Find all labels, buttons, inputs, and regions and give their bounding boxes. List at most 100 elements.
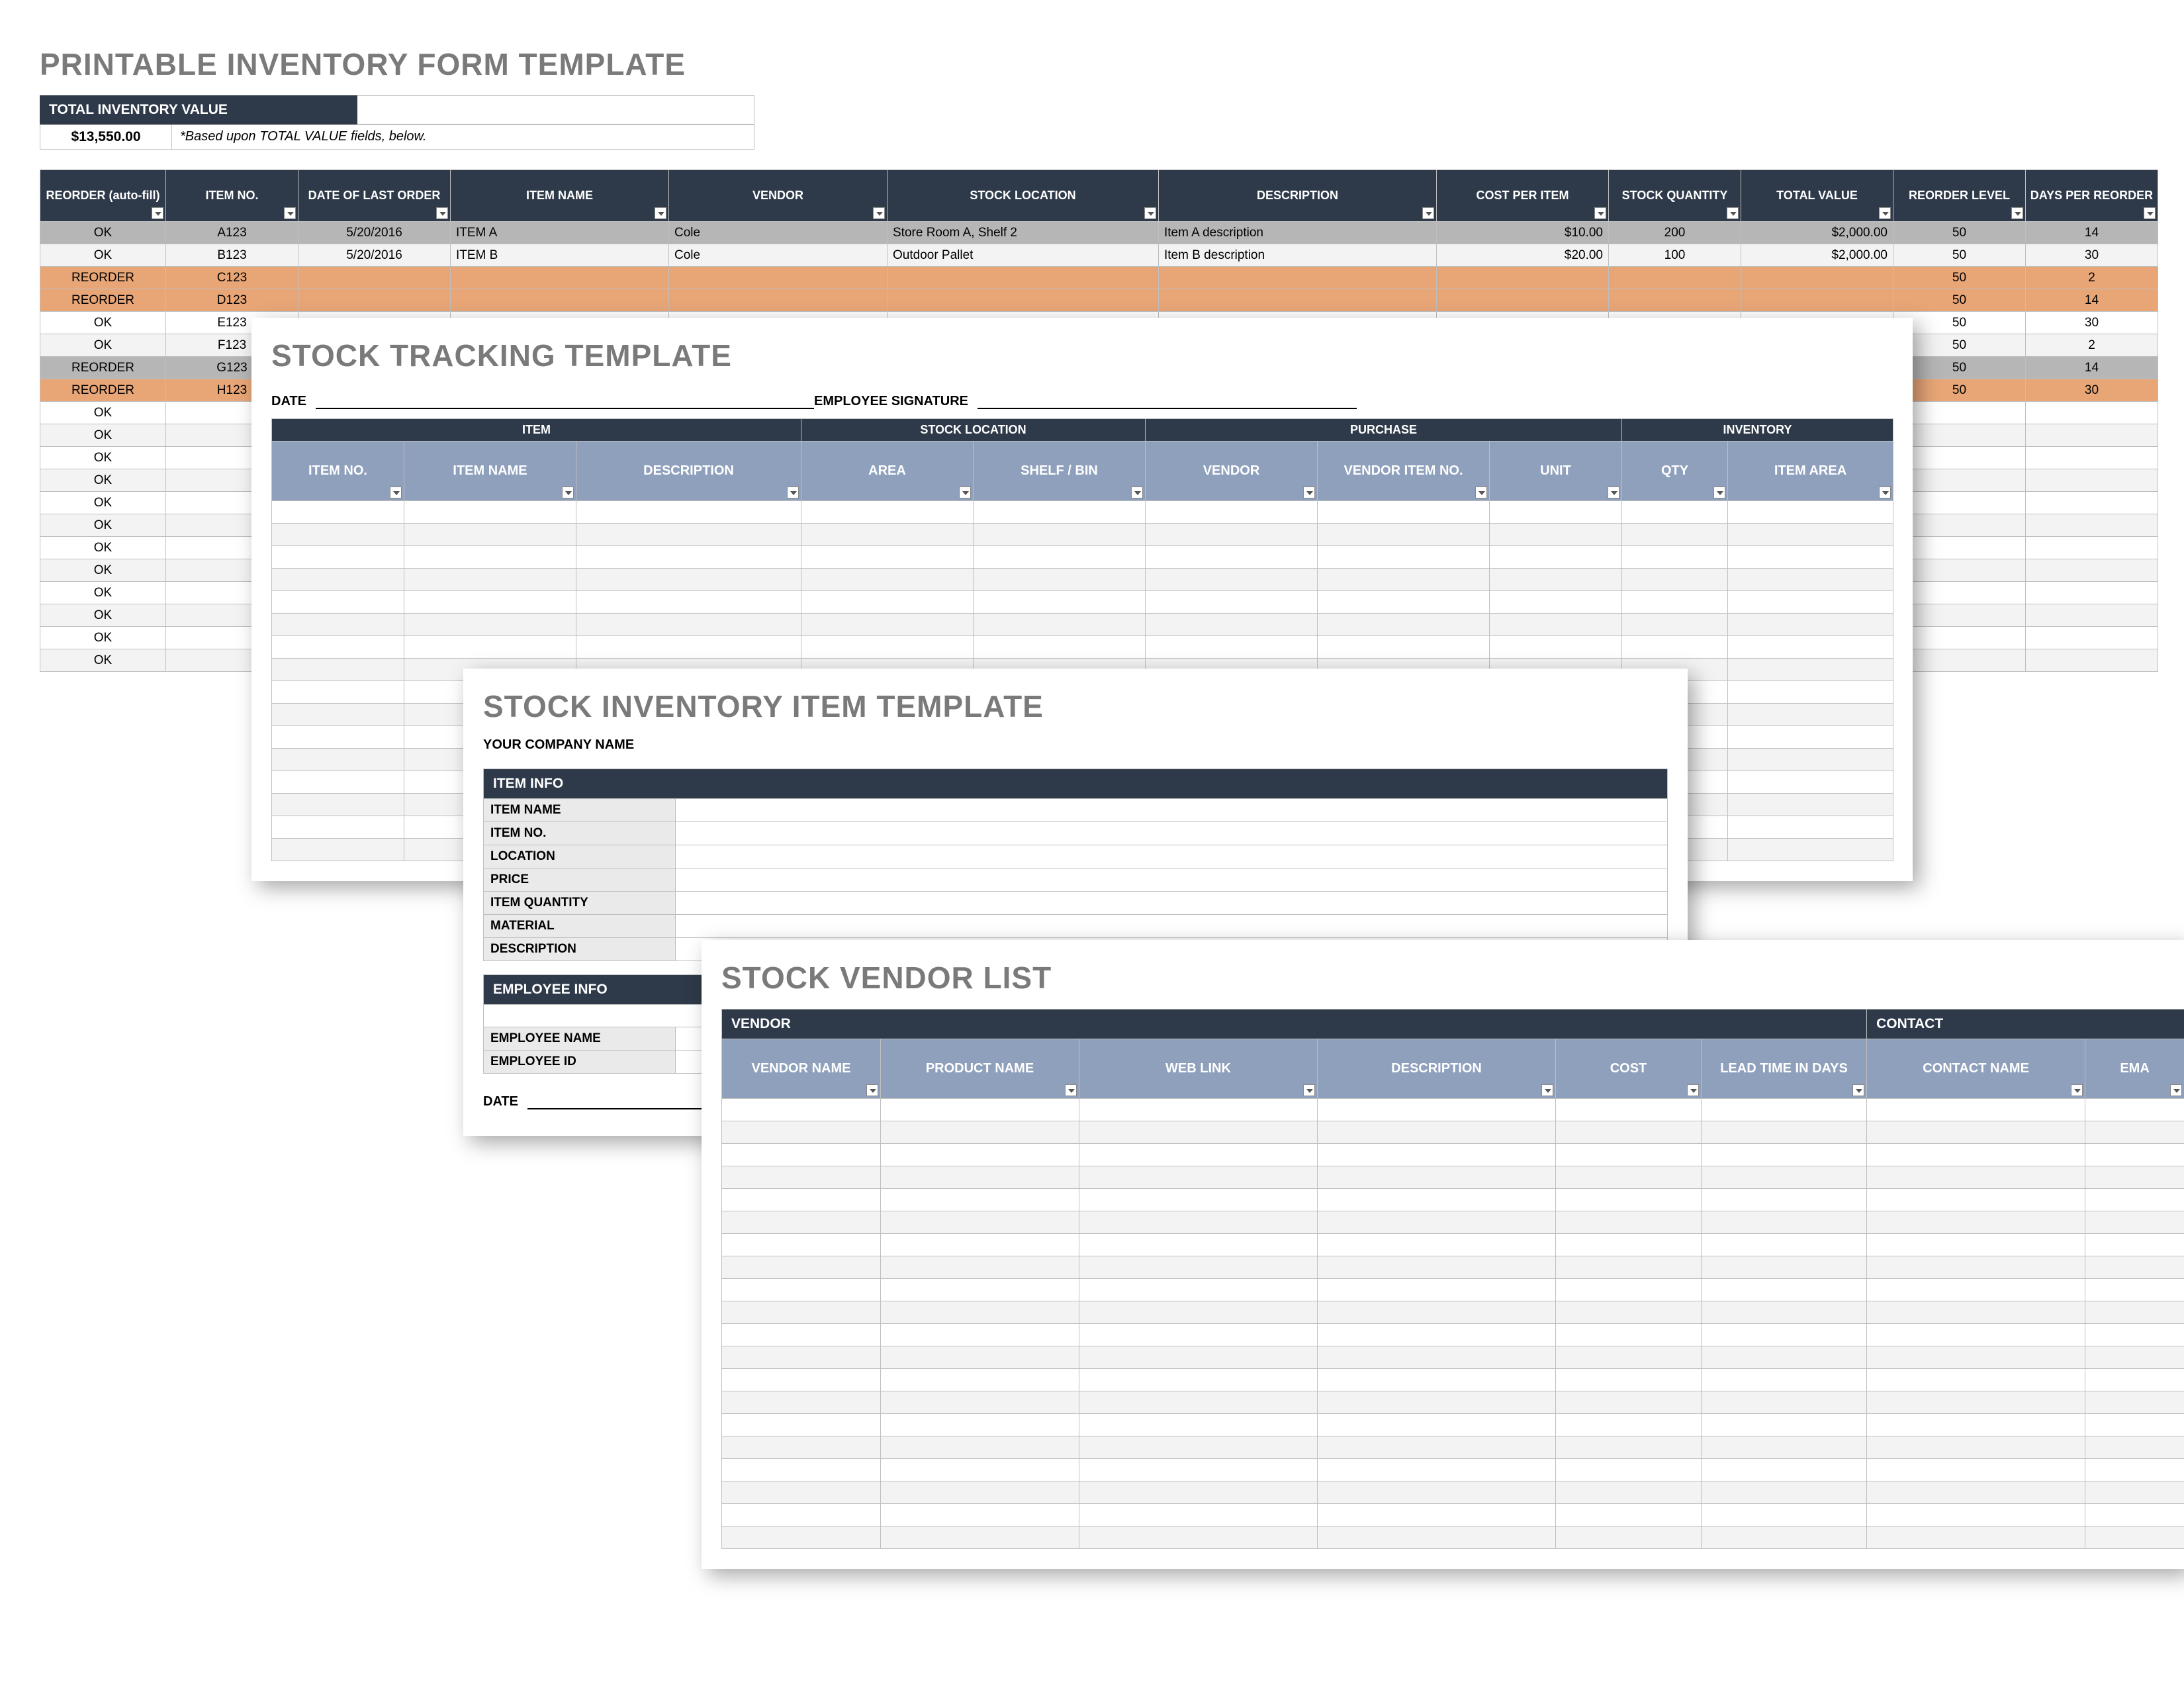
filter-dropdown-icon[interactable] <box>1541 1084 1553 1096</box>
table-cell[interactable] <box>1867 1504 2085 1526</box>
table-cell[interactable] <box>1318 1504 1556 1526</box>
col-header[interactable]: QTY <box>1622 442 1728 501</box>
filter-dropdown-icon[interactable] <box>1303 487 1315 498</box>
table-cell[interactable]: REORDER <box>40 357 166 379</box>
table-cell[interactable] <box>1318 546 1490 569</box>
table-cell[interactable] <box>1893 492 2026 514</box>
table-cell[interactable] <box>2085 1324 2184 1346</box>
table-cell[interactable] <box>1146 636 1318 659</box>
table-cell[interactable] <box>1702 1256 1867 1279</box>
table-cell[interactable] <box>1318 1346 1556 1369</box>
table-cell[interactable] <box>1728 726 1893 749</box>
table-cell[interactable]: Item B description <box>1159 244 1437 267</box>
filter-dropdown-icon[interactable] <box>1131 487 1143 498</box>
table-cell[interactable] <box>272 771 404 794</box>
filter-dropdown-icon[interactable] <box>562 487 574 498</box>
col-header[interactable]: PRODUCT NAME <box>881 1039 1079 1099</box>
table-cell[interactable]: 50 <box>1893 379 2026 402</box>
col-header[interactable]: VENDOR <box>669 170 887 222</box>
table-cell[interactable] <box>1622 546 1728 569</box>
table-cell[interactable] <box>881 1504 1079 1526</box>
filter-dropdown-icon[interactable] <box>1879 207 1891 219</box>
table-cell[interactable] <box>1556 1324 1702 1346</box>
table-cell[interactable] <box>722 1099 881 1121</box>
table-cell[interactable] <box>1490 501 1622 524</box>
table-cell[interactable] <box>272 614 404 636</box>
table-cell[interactable] <box>1609 267 1741 289</box>
table-cell[interactable] <box>451 267 669 289</box>
table-cell[interactable] <box>451 289 669 312</box>
table-cell[interactable] <box>1728 704 1893 726</box>
table-cell[interactable] <box>2026 559 2158 582</box>
table-cell[interactable] <box>1318 1099 1556 1121</box>
table-cell[interactable] <box>669 267 887 289</box>
table-cell[interactable] <box>272 546 404 569</box>
table-cell[interactable] <box>722 1166 881 1189</box>
table-cell[interactable] <box>2085 1166 2184 1189</box>
table-cell[interactable] <box>1556 1234 1702 1256</box>
table-cell[interactable] <box>974 636 1146 659</box>
table-cell[interactable] <box>1702 1481 1867 1504</box>
table-cell[interactable] <box>2085 1414 2184 1436</box>
table-cell[interactable]: $2,000.00 <box>1741 244 1893 267</box>
filter-dropdown-icon[interactable] <box>1713 487 1725 498</box>
col-header[interactable]: VENDOR <box>1146 442 1318 501</box>
table-cell[interactable] <box>2026 649 2158 672</box>
table-cell[interactable] <box>272 749 404 771</box>
table-cell[interactable]: 2 <box>2026 267 2158 289</box>
table-cell[interactable] <box>1867 1301 2085 1324</box>
table-cell[interactable]: OK <box>40 559 166 582</box>
col-header[interactable]: STOCK LOCATION <box>887 170 1159 222</box>
table-cell[interactable] <box>722 1121 881 1144</box>
table-cell[interactable] <box>722 1279 881 1301</box>
filter-dropdown-icon[interactable] <box>1594 207 1606 219</box>
table-cell[interactable] <box>1893 537 2026 559</box>
table-cell[interactable] <box>1318 614 1490 636</box>
table-cell[interactable] <box>2085 1211 2184 1234</box>
table-cell[interactable] <box>1728 749 1893 771</box>
table-cell[interactable] <box>881 1166 1079 1189</box>
col-header[interactable]: DESCRIPTION <box>1159 170 1437 222</box>
table-cell[interactable] <box>1609 289 1741 312</box>
table-cell[interactable] <box>1079 1211 1318 1234</box>
table-cell[interactable] <box>1318 1234 1556 1256</box>
table-cell[interactable]: 50 <box>1893 312 2026 334</box>
table-cell[interactable] <box>1867 1481 2085 1504</box>
filter-dropdown-icon[interactable] <box>152 207 163 219</box>
table-cell[interactable] <box>1556 1526 1702 1549</box>
table-cell[interactable] <box>1318 1301 1556 1324</box>
table-cell[interactable]: OK <box>40 447 166 469</box>
filter-dropdown-icon[interactable] <box>2071 1084 2083 1096</box>
table-cell[interactable] <box>1702 1346 1867 1369</box>
table-cell[interactable]: Item A description <box>1159 222 1437 244</box>
table-cell[interactable] <box>801 591 974 614</box>
col-header[interactable]: TOTAL VALUE <box>1741 170 1893 222</box>
table-cell[interactable] <box>272 704 404 726</box>
table-cell[interactable] <box>1867 1121 2085 1144</box>
col-header[interactable]: DATE OF LAST ORDER <box>298 170 451 222</box>
table-cell[interactable] <box>1556 1279 1702 1301</box>
table-cell[interactable] <box>1867 1414 2085 1436</box>
table-cell[interactable] <box>1079 1459 1318 1481</box>
table-cell[interactable] <box>1556 1459 1702 1481</box>
table-cell[interactable] <box>722 1369 881 1391</box>
table-cell[interactable] <box>1893 559 2026 582</box>
table-cell[interactable] <box>881 1301 1079 1324</box>
table-cell[interactable] <box>1556 1211 1702 1234</box>
table-cell[interactable] <box>1702 1459 1867 1481</box>
table-cell[interactable]: 50 <box>1893 334 2026 357</box>
filter-dropdown-icon[interactable] <box>2144 207 2156 219</box>
table-cell[interactable] <box>974 501 1146 524</box>
table-cell[interactable] <box>1741 267 1893 289</box>
table-cell[interactable] <box>1079 1346 1318 1369</box>
table-cell[interactable] <box>1079 1504 1318 1526</box>
table-cell[interactable]: B123 <box>166 244 298 267</box>
field-value[interactable] <box>676 799 1668 822</box>
table-cell[interactable] <box>1318 1459 1556 1481</box>
table-cell[interactable]: 50 <box>1893 357 2026 379</box>
table-cell[interactable] <box>1556 1144 1702 1166</box>
table-cell[interactable] <box>576 501 801 524</box>
table-cell[interactable] <box>801 614 974 636</box>
table-cell[interactable] <box>1867 1189 2085 1211</box>
table-cell[interactable] <box>1728 591 1893 614</box>
